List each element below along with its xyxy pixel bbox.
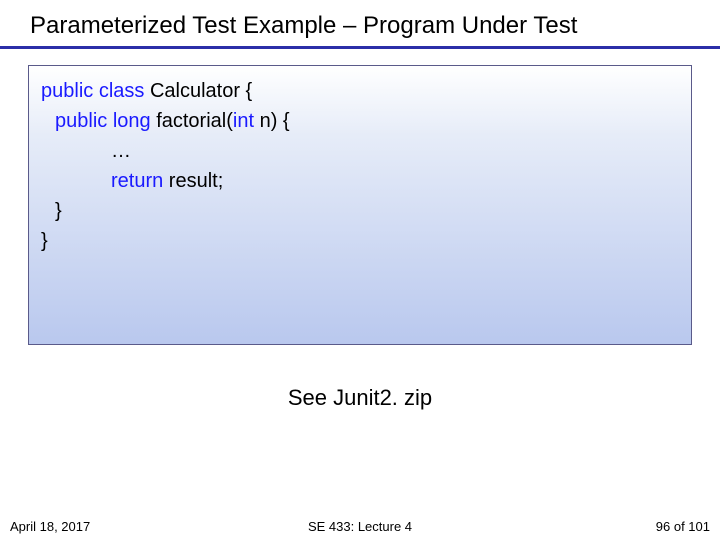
code-line-6: } [41, 226, 679, 256]
code-text: factorial( [151, 110, 233, 132]
footer: April 18, 2017 SE 433: Lecture 4 96 of 1… [0, 519, 720, 534]
keyword-public: public [55, 110, 107, 132]
code-text: n) { [254, 110, 290, 132]
code-box: public class Calculator { public long fa… [28, 65, 692, 345]
keyword-public: public [41, 80, 93, 102]
code-line-5: } [41, 196, 679, 226]
keyword-int: int [233, 110, 254, 132]
code-line-3: … [41, 136, 679, 166]
title-underline [0, 46, 720, 49]
code-text: Calculator { [144, 80, 252, 102]
see-note: See Junit2. zip [0, 385, 720, 411]
code-line-4: return result; [41, 166, 679, 196]
code-line-2: public long factorial(int n) { [41, 106, 679, 136]
code-line-1: public class Calculator { [41, 76, 679, 106]
slide: Parameterized Test Example – Program Und… [0, 0, 720, 540]
keyword-return: return [111, 170, 163, 192]
footer-course: SE 433: Lecture 4 [243, 519, 476, 534]
keyword-class: class [93, 80, 144, 102]
footer-date: April 18, 2017 [10, 519, 243, 534]
code-text: result; [163, 170, 223, 192]
keyword-long: long [107, 110, 150, 132]
footer-page: 96 of 101 [477, 519, 710, 534]
slide-title: Parameterized Test Example – Program Und… [0, 12, 720, 46]
